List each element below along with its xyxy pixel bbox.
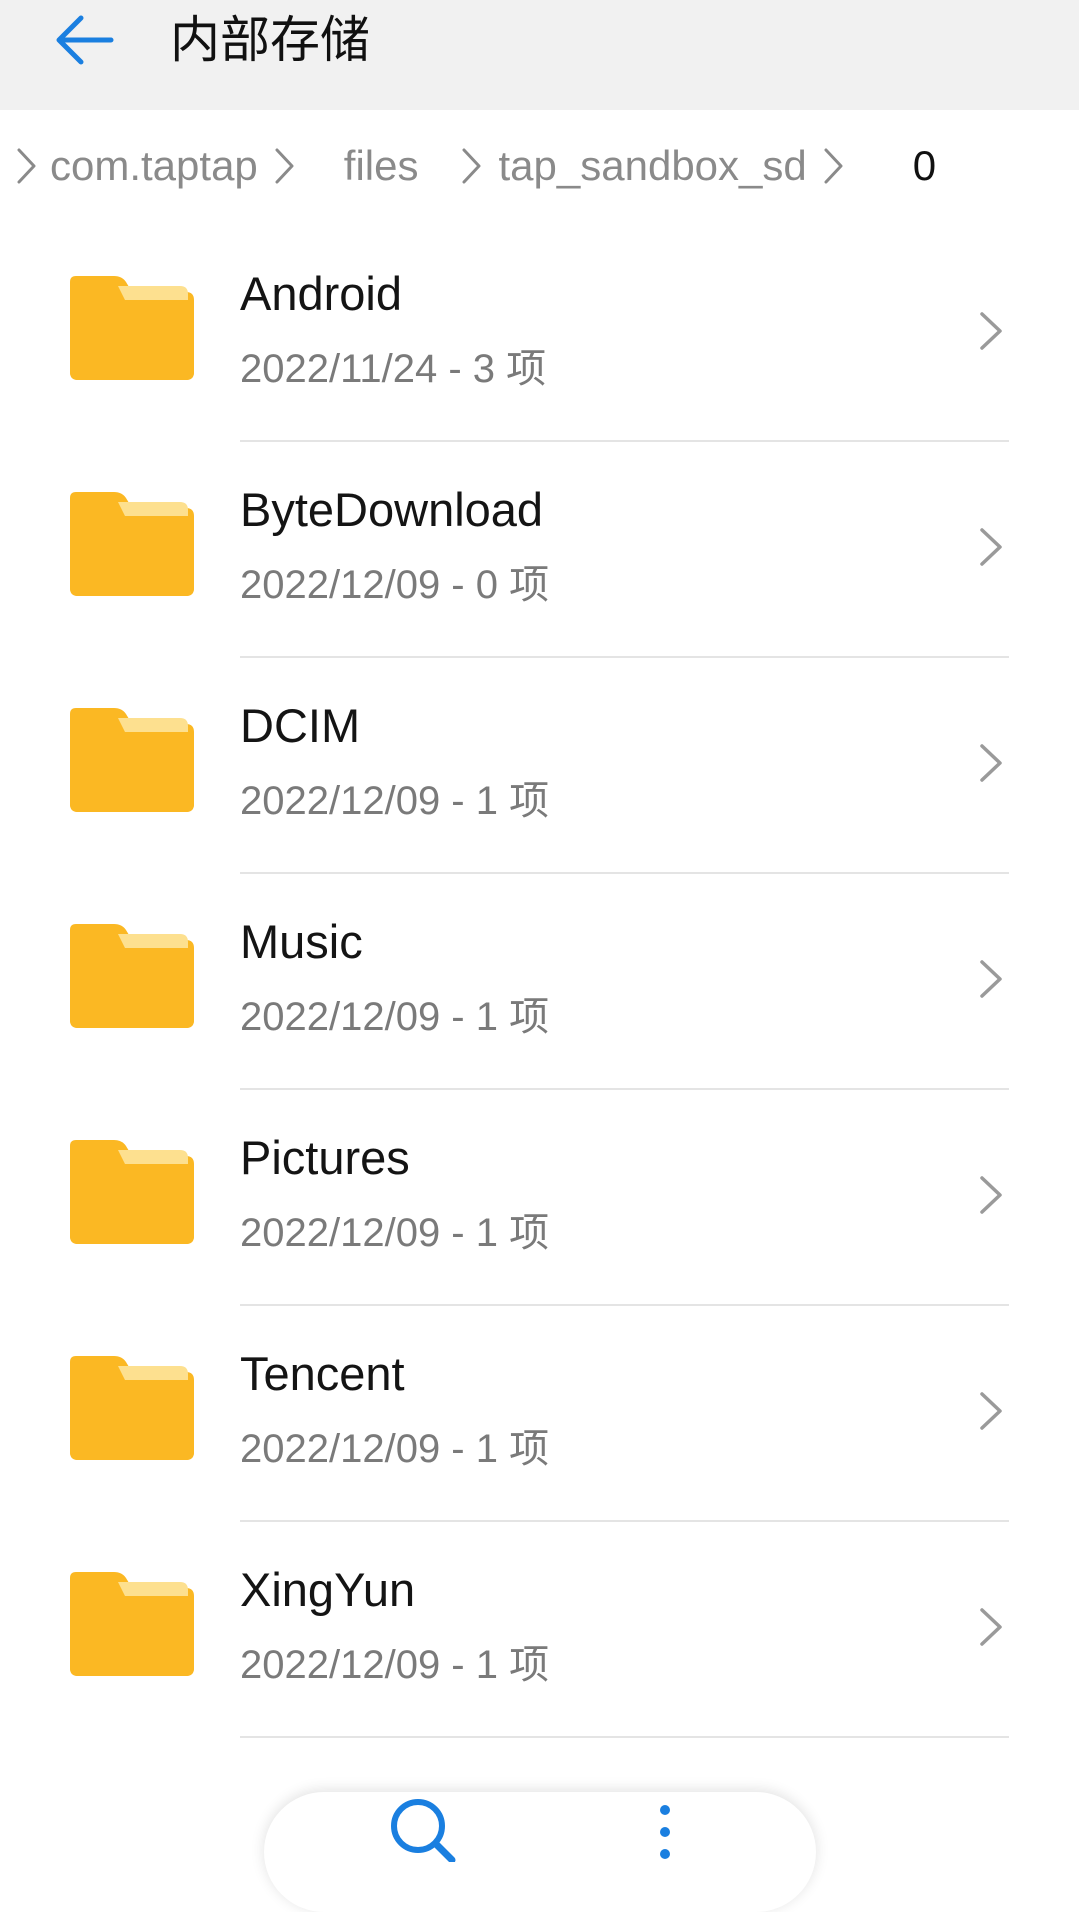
- folder-row-dcim[interactable]: DCIM 2022/12/09 - 1 项: [0, 658, 1079, 874]
- folder-meta: 2022/12/09 - 1 项: [240, 1211, 550, 1255]
- search-button[interactable]: [384, 1792, 464, 1864]
- row-divider: [240, 1736, 1009, 1738]
- folder-name: DCIM: [240, 699, 361, 752]
- more-button[interactable]: [640, 1792, 690, 1862]
- breadcrumb-item-current: 0: [912, 142, 937, 189]
- folder-icon: [70, 1572, 194, 1676]
- folder-icon: [70, 708, 194, 812]
- chevron-right-icon: [980, 960, 1002, 998]
- folder-name: ByteDownload: [240, 483, 544, 536]
- chevron-right-icon: [980, 1176, 1002, 1214]
- folder-name: Pictures: [240, 1131, 410, 1184]
- folder-meta: 2022/12/09 - 0 项: [240, 563, 550, 607]
- folder-name: Tencent: [240, 1347, 405, 1400]
- folder-meta: 2022/12/09 - 1 项: [240, 1427, 550, 1471]
- breadcrumb-item-tap-sandbox-sd[interactable]: tap_sandbox_sd: [493, 142, 813, 190]
- search-icon: [391, 1799, 456, 1864]
- folder-row-xingyun[interactable]: XingYun 2022/12/09 - 1 项: [0, 1522, 1079, 1738]
- folder-row-music[interactable]: Music 2022/12/09 - 1 项: [0, 874, 1079, 1090]
- folder-name: Android: [240, 267, 402, 320]
- breadcrumb: com.taptap files tap_sandbox_sd 0: [0, 110, 1079, 222]
- folder-meta: 2022/12/09 - 1 项: [240, 779, 550, 823]
- folder-row-android[interactable]: Android 2022/11/24 - 3 项: [0, 226, 1079, 442]
- page-title: 内部存储: [170, 11, 370, 69]
- folder-meta: 2022/12/09 - 1 项: [240, 1643, 550, 1687]
- folder-icon: [70, 276, 194, 380]
- folder-row-tencent[interactable]: Tencent 2022/12/09 - 1 项: [0, 1306, 1079, 1522]
- folder-row-pictures[interactable]: Pictures 2022/12/09 - 1 项: [0, 1090, 1079, 1306]
- folder-icon: [70, 1140, 194, 1244]
- folder-meta: 2022/11/24 - 3 项: [240, 347, 547, 391]
- folder-icon: [70, 492, 194, 596]
- chevron-right-icon: [980, 1608, 1002, 1646]
- chevron-right-icon: [10, 141, 44, 191]
- breadcrumb-item-com-taptap[interactable]: com.taptap: [44, 142, 264, 190]
- chevron-right-icon: [455, 141, 489, 191]
- arrow-left-icon: [56, 15, 114, 65]
- back-button[interactable]: [40, 0, 130, 80]
- chevron-right-icon: [268, 141, 302, 191]
- folder-icon: [70, 1356, 194, 1460]
- app-header: 内部存储: [0, 0, 1079, 110]
- chevron-right-icon: [980, 744, 1002, 782]
- chevron-right-icon: [980, 528, 1002, 566]
- folder-meta: 2022/12/09 - 1 项: [240, 995, 550, 1039]
- chevron-right-icon: [817, 141, 851, 191]
- bottom-toolbar: [264, 1792, 816, 1912]
- chevron-right-icon: [980, 1392, 1002, 1430]
- folder-row-bytedownload[interactable]: ByteDownload 2022/12/09 - 0 项: [0, 442, 1079, 658]
- folder-name: Music: [240, 915, 363, 968]
- chevron-right-icon: [980, 312, 1002, 350]
- folder-name: XingYun: [240, 1563, 416, 1616]
- folder-list: Android 2022/11/24 - 3 项 ByteDownload 20…: [0, 226, 1079, 1738]
- folder-icon: [70, 924, 194, 1028]
- more-vertical-icon: [660, 1805, 670, 1859]
- breadcrumb-item-files[interactable]: files: [338, 142, 425, 190]
